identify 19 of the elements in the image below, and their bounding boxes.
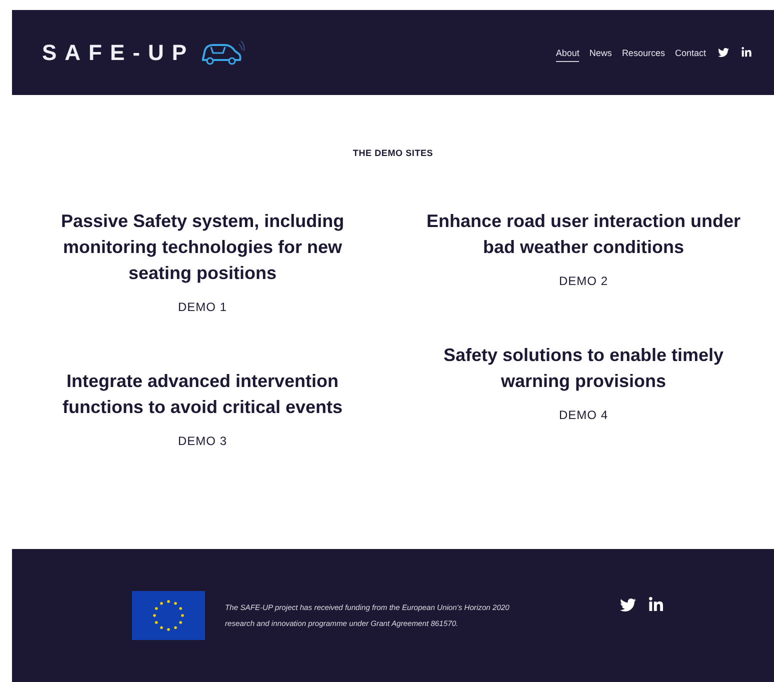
demo-label: DEMO 3 (178, 434, 227, 448)
nav-link[interactable]: About (556, 48, 580, 62)
demo-title: Integrate advanced intervention functions to avoid critical events (61, 370, 344, 419)
demo-title: Enhance road user interaction under bad weather conditions (425, 210, 742, 259)
eu-flag-icon (132, 591, 205, 640)
twitter-icon (620, 596, 636, 612)
demo-title: Passive Safety system, including monitoring technologies for new seating positions (60, 210, 346, 285)
twitter-icon (718, 47, 729, 58)
nav-link[interactable]: Contact (674, 48, 706, 62)
nav-link[interactable]: Resources (622, 48, 665, 62)
section-heading: THE DEMO SITES (352, 148, 434, 158)
linkedin-icon (741, 47, 752, 58)
demo-label: DEMO 4 (558, 408, 608, 422)
demo-title: Safety solutions to enable timely warning provisions (442, 344, 725, 393)
linkedin-icon (648, 596, 664, 612)
nav-link[interactable]: News (589, 48, 612, 62)
logo-text[interactable]: SAFE-UP (42, 40, 195, 66)
demo-label: DEMO 1 (178, 300, 227, 314)
demo-label: DEMO 2 (558, 274, 608, 288)
